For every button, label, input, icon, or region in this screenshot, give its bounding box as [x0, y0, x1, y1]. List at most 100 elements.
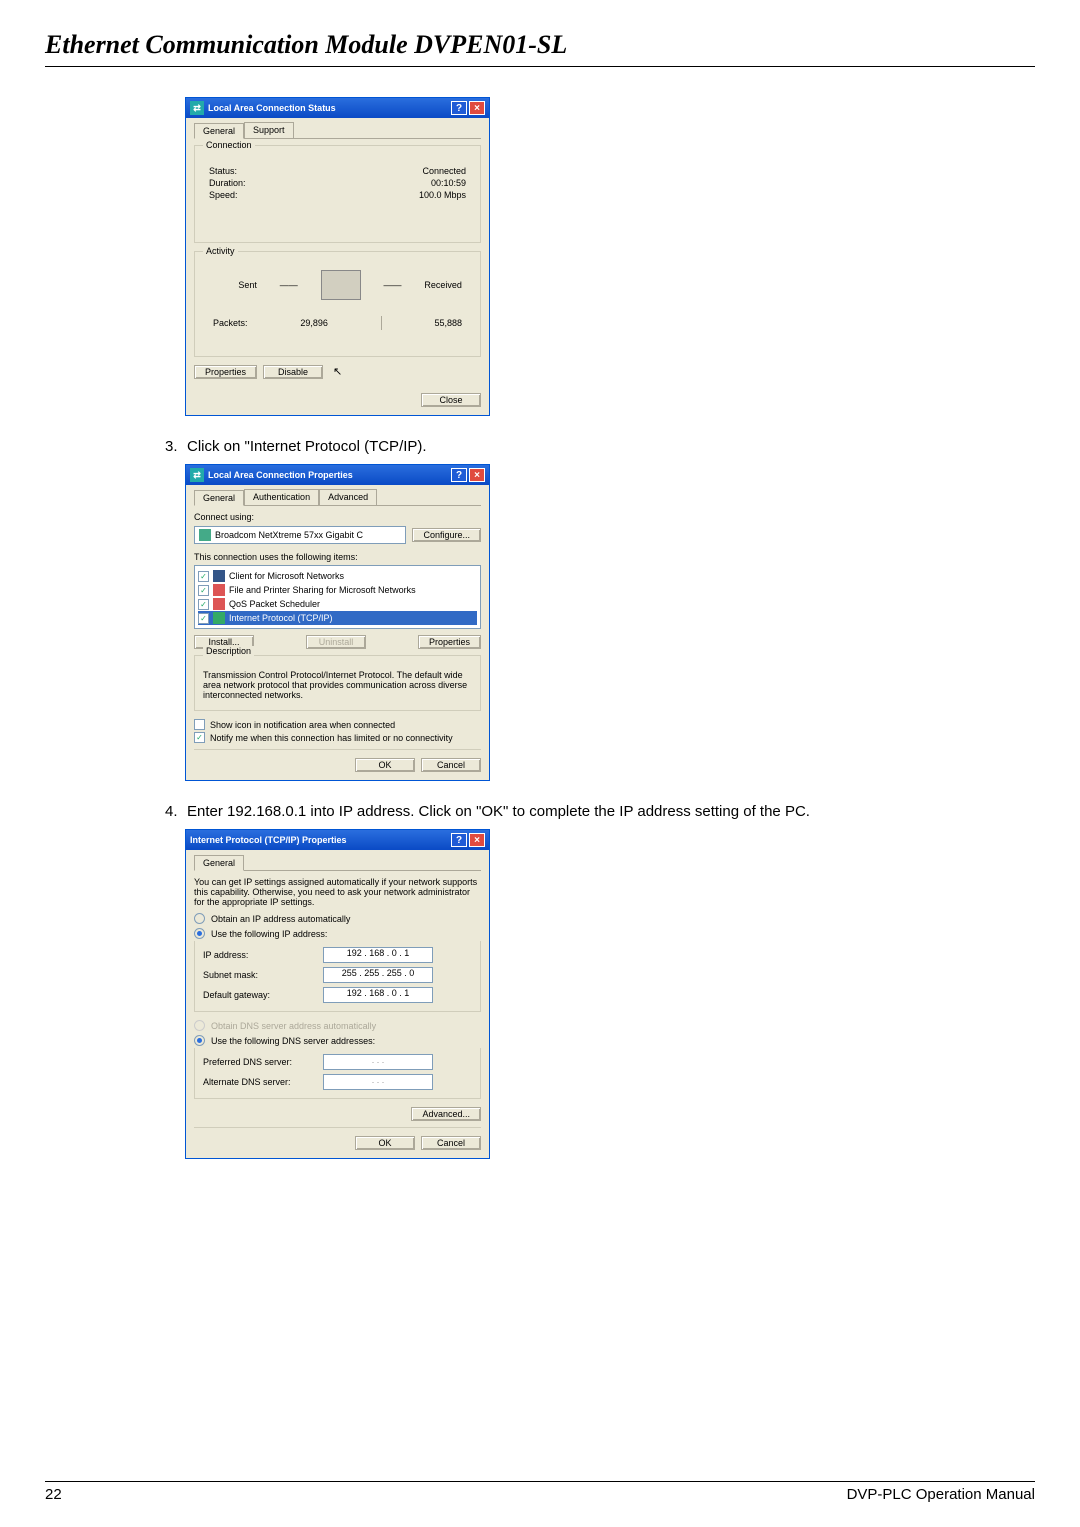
checkbox-icon[interactable]: ✓ — [194, 732, 205, 743]
status-label: Status: — [209, 166, 237, 176]
tcpip-note: You can get IP settings assigned automat… — [194, 877, 481, 907]
list-item: QoS Packet Scheduler — [229, 599, 320, 609]
tab-support[interactable]: Support — [244, 122, 294, 138]
received-label: Received — [424, 280, 462, 290]
cancel-button[interactable]: Cancel — [421, 1136, 481, 1150]
description-text: Transmission Control Protocol/Internet P… — [203, 670, 472, 700]
obtain-dns-label: Obtain DNS server address automatically — [211, 1021, 376, 1031]
use-dns-label: Use the following DNS server addresses: — [211, 1036, 375, 1046]
close-icon[interactable]: × — [469, 468, 485, 482]
items-label: This connection uses the following items… — [194, 552, 481, 562]
checkbox-icon[interactable]: ✓ — [198, 599, 209, 610]
preferred-dns-input[interactable]: . . . — [323, 1054, 433, 1070]
close-icon[interactable]: × — [469, 101, 485, 115]
speed-label: Speed: — [209, 190, 238, 200]
tcpip-title: Internet Protocol (TCP/IP) Properties — [190, 835, 347, 845]
ok-button[interactable]: OK — [355, 758, 415, 772]
tcpip-titlebar: Internet Protocol (TCP/IP) Properties ? … — [186, 830, 489, 850]
help-icon[interactable]: ? — [451, 468, 467, 482]
subnet-mask-input[interactable]: 255 . 255 . 255 . 0 — [323, 967, 433, 983]
adapter-name: Broadcom NetXtreme 57xx Gigabit C — [215, 530, 363, 540]
speed-value: 100.0 Mbps — [419, 190, 466, 200]
radio-use-dns[interactable] — [194, 1035, 205, 1046]
footer-right-text: DVP-PLC Operation Manual — [847, 1486, 1035, 1503]
item-properties-button[interactable]: Properties — [418, 635, 481, 649]
preferred-dns-label: Preferred DNS server: — [203, 1057, 323, 1067]
radio-obtain-dns — [194, 1020, 205, 1031]
configure-button[interactable]: Configure... — [412, 528, 481, 542]
step-4-text: Enter 192.168.0.1 into IP address. Click… — [187, 803, 1035, 820]
service-icon — [213, 598, 225, 610]
service-icon — [213, 584, 225, 596]
tab-general[interactable]: General — [194, 123, 244, 139]
show-icon-label: Show icon in notification area when conn… — [210, 720, 395, 730]
description-label: Description — [203, 646, 254, 656]
tcpip-dialog: Internet Protocol (TCP/IP) Properties ? … — [185, 829, 490, 1159]
sent-label: Sent — [238, 280, 257, 290]
packets-label: Packets: — [213, 318, 248, 328]
cursor-icon: ↖ — [333, 365, 342, 379]
tab-general[interactable]: General — [194, 490, 244, 506]
tab-general[interactable]: General — [194, 855, 244, 871]
checkbox-icon[interactable]: ✓ — [198, 585, 209, 596]
alternate-dns-label: Alternate DNS server: — [203, 1077, 323, 1087]
properties-titlebar: ⇄ Local Area Connection Properties ? × — [186, 465, 489, 485]
radio-obtain-ip[interactable] — [194, 913, 205, 924]
protocol-icon — [213, 612, 225, 624]
checkbox-icon[interactable] — [194, 719, 205, 730]
alternate-dns-input[interactable]: . . . — [323, 1074, 433, 1090]
packets-sent: 29,896 — [300, 318, 328, 328]
cancel-button[interactable]: Cancel — [421, 758, 481, 772]
disable-button[interactable]: Disable — [263, 365, 323, 379]
list-item: File and Printer Sharing for Microsoft N… — [229, 585, 416, 595]
uninstall-button: Uninstall — [306, 635, 366, 649]
adapter-icon — [199, 529, 211, 541]
default-gateway-label: Default gateway: — [203, 990, 323, 1000]
page-number: 22 — [45, 1486, 62, 1503]
connect-using-label: Connect using: — [194, 512, 481, 522]
connection-icon: ⇄ — [190, 101, 204, 115]
list-item-selected: Internet Protocol (TCP/IP) — [229, 613, 333, 623]
tab-authentication[interactable]: Authentication — [244, 489, 319, 505]
help-icon[interactable]: ? — [451, 833, 467, 847]
activity-icon — [321, 270, 361, 300]
obtain-ip-label: Obtain an IP address automatically — [211, 914, 350, 924]
title-rule — [45, 66, 1035, 67]
items-list[interactable]: ✓ Client for Microsoft Networks ✓ File and… — [194, 565, 481, 629]
checkbox-icon[interactable]: ✓ — [198, 613, 209, 624]
close-button[interactable]: Close — [421, 393, 481, 407]
list-item: Client for Microsoft Networks — [229, 571, 344, 581]
doc-title: Ethernet Communication Module DVPEN01-SL — [45, 30, 1035, 60]
connection-group-label: Connection — [203, 140, 255, 150]
subnet-mask-label: Subnet mask: — [203, 970, 323, 980]
properties-button[interactable]: Properties — [194, 365, 257, 379]
activity-group-label: Activity — [203, 246, 238, 256]
default-gateway-input[interactable]: 192 . 168 . 0 . 1 — [323, 987, 433, 1003]
properties-dialog: ⇄ Local Area Connection Properties ? × G… — [185, 464, 490, 781]
use-ip-label: Use the following IP address: — [211, 929, 327, 939]
step-3-text: Click on "Internet Protocol (TCP/IP). — [187, 438, 1035, 455]
properties-title: Local Area Connection Properties — [208, 470, 353, 480]
duration-value: 00:10:59 — [431, 178, 466, 188]
status-titlebar: ⇄ Local Area Connection Status ? × — [186, 98, 489, 118]
advanced-button[interactable]: Advanced... — [411, 1107, 481, 1121]
ip-address-input[interactable]: 192 . 168 . 0 . 1 — [323, 947, 433, 963]
status-dialog: ⇄ Local Area Connection Status ? × Gener… — [185, 97, 490, 416]
ip-address-label: IP address: — [203, 950, 323, 960]
status-value: Connected — [422, 166, 466, 176]
footer-rule — [45, 1481, 1035, 1482]
radio-use-ip[interactable] — [194, 928, 205, 939]
close-icon[interactable]: × — [469, 833, 485, 847]
duration-label: Duration: — [209, 178, 246, 188]
status-title: Local Area Connection Status — [208, 103, 336, 113]
notify-label: Notify me when this connection has limit… — [210, 733, 453, 743]
packets-received: 55,888 — [434, 318, 462, 328]
client-icon — [213, 570, 225, 582]
step-3-number: 3. — [165, 438, 187, 455]
checkbox-icon[interactable]: ✓ — [198, 571, 209, 582]
page-footer: 22 DVP-PLC Operation Manual — [45, 1481, 1035, 1503]
tab-advanced[interactable]: Advanced — [319, 489, 377, 505]
help-icon[interactable]: ? — [451, 101, 467, 115]
step-4-number: 4. — [165, 803, 187, 820]
ok-button[interactable]: OK — [355, 1136, 415, 1150]
